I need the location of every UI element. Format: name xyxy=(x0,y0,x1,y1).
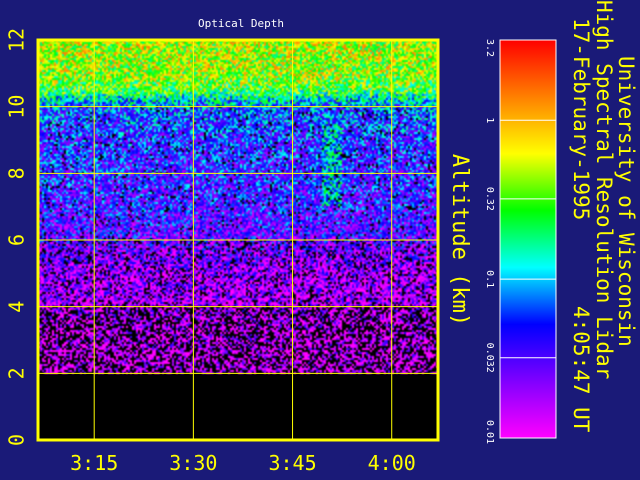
x-tick-labels: 3:15 3:30 3:45 4:00 xyxy=(70,451,416,475)
y-tick-label: 0 xyxy=(5,434,29,446)
colorbar-tick-label: 0.1 xyxy=(484,270,495,288)
y-tick-labels: 0 2 4 6 8 10 12 xyxy=(5,28,29,446)
y-tick-label: 8 xyxy=(5,167,29,179)
x-tick-label: 4:00 xyxy=(368,451,416,475)
chart-title: Optical Depth xyxy=(198,17,284,30)
header-time: 4:05:47 UT xyxy=(569,306,593,433)
y-axis-label: Altitude (km) xyxy=(447,154,472,326)
colorbar: 3.2 1 0.32 0.1 0.032 0.01 xyxy=(484,39,557,444)
colorbar-tick-label: 1 xyxy=(484,117,495,123)
header-date: 17-February-1995 xyxy=(569,18,593,220)
lidar-figure: Optical Depth 0 2 4 6 8 10 12 3:15 3:30 3:45 4:00… xyxy=(5,0,639,475)
y-tick-label: 2 xyxy=(5,367,29,379)
colorbar-tick-label: 3.2 xyxy=(484,39,495,57)
plot-area xyxy=(36,38,440,442)
colorbar-tick-label: 0.01 xyxy=(484,420,495,444)
y-tick-label: 12 xyxy=(5,28,29,52)
x-tick-label: 3:45 xyxy=(268,451,316,475)
x-tick-label: 3:15 xyxy=(70,451,118,475)
y-tick-label: 4 xyxy=(5,301,29,313)
y-tick-label: 10 xyxy=(5,95,29,119)
header-institution: University of Wisconsin xyxy=(614,56,638,347)
y-tick-label: 6 xyxy=(5,234,29,246)
colorbar-gradient xyxy=(499,39,557,439)
colorbar-tick-label: 0.032 xyxy=(484,343,495,373)
x-tick-label: 3:30 xyxy=(169,451,217,475)
header-block: University of Wisconsin High Spectral Re… xyxy=(569,0,638,433)
header-instrument: High Spectral Resolution Lidar xyxy=(592,0,616,379)
colorbar-tick-label: 0.32 xyxy=(484,187,495,211)
